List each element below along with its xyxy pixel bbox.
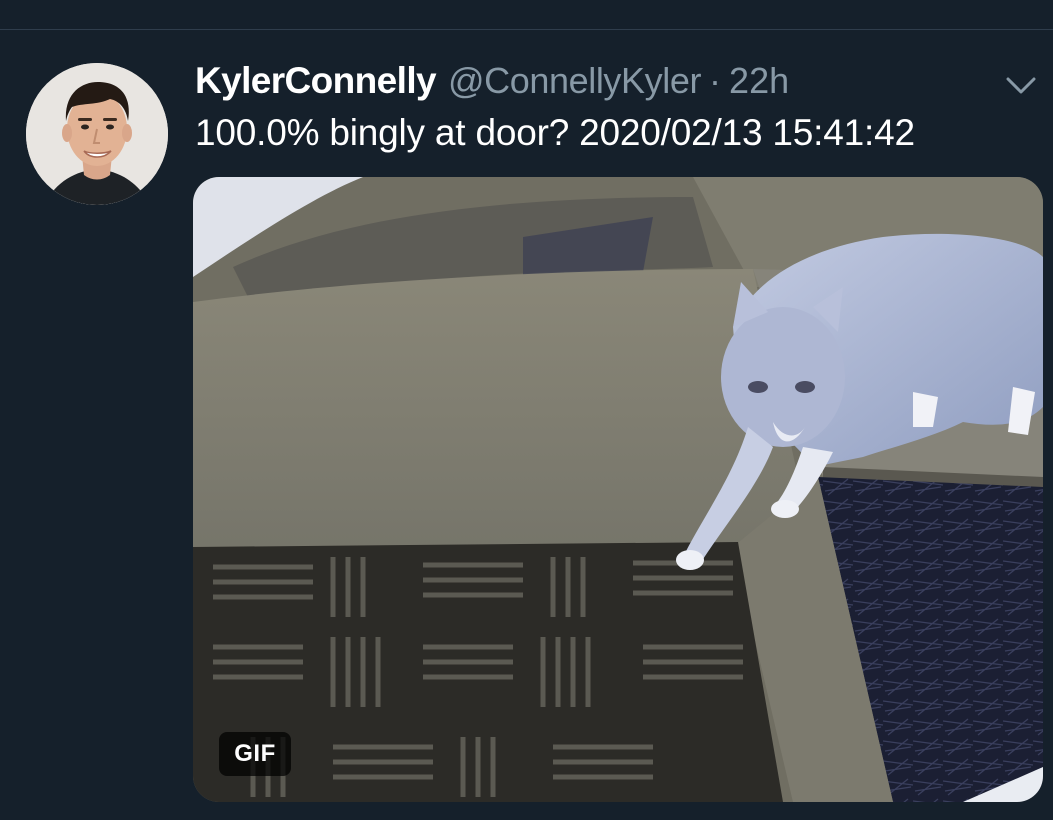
display-name[interactable]: KylerConnelly [195,60,437,102]
tweet-text: 100.0% bingly at door? 2020/02/13 15:41:… [195,112,915,153]
tweet-header: KylerConnelly @ConnellyKyler · 22h [195,60,789,104]
gif-badge: GIF [219,732,291,776]
tweet-timestamp[interactable]: 22h [729,60,789,102]
chevron-down-icon[interactable] [1003,70,1039,100]
cat-gif-image [193,177,1043,802]
avatar-image [26,63,168,205]
user-handle[interactable]: @ConnellyKyler [448,60,701,102]
separator-dot: · [709,60,722,101]
gif-media[interactable]: GIF [193,177,1043,802]
tweet[interactable]: KylerConnelly @ConnellyKyler · 22h 100.0… [0,30,1053,820]
avatar[interactable] [26,63,168,205]
top-bar [0,0,1053,30]
